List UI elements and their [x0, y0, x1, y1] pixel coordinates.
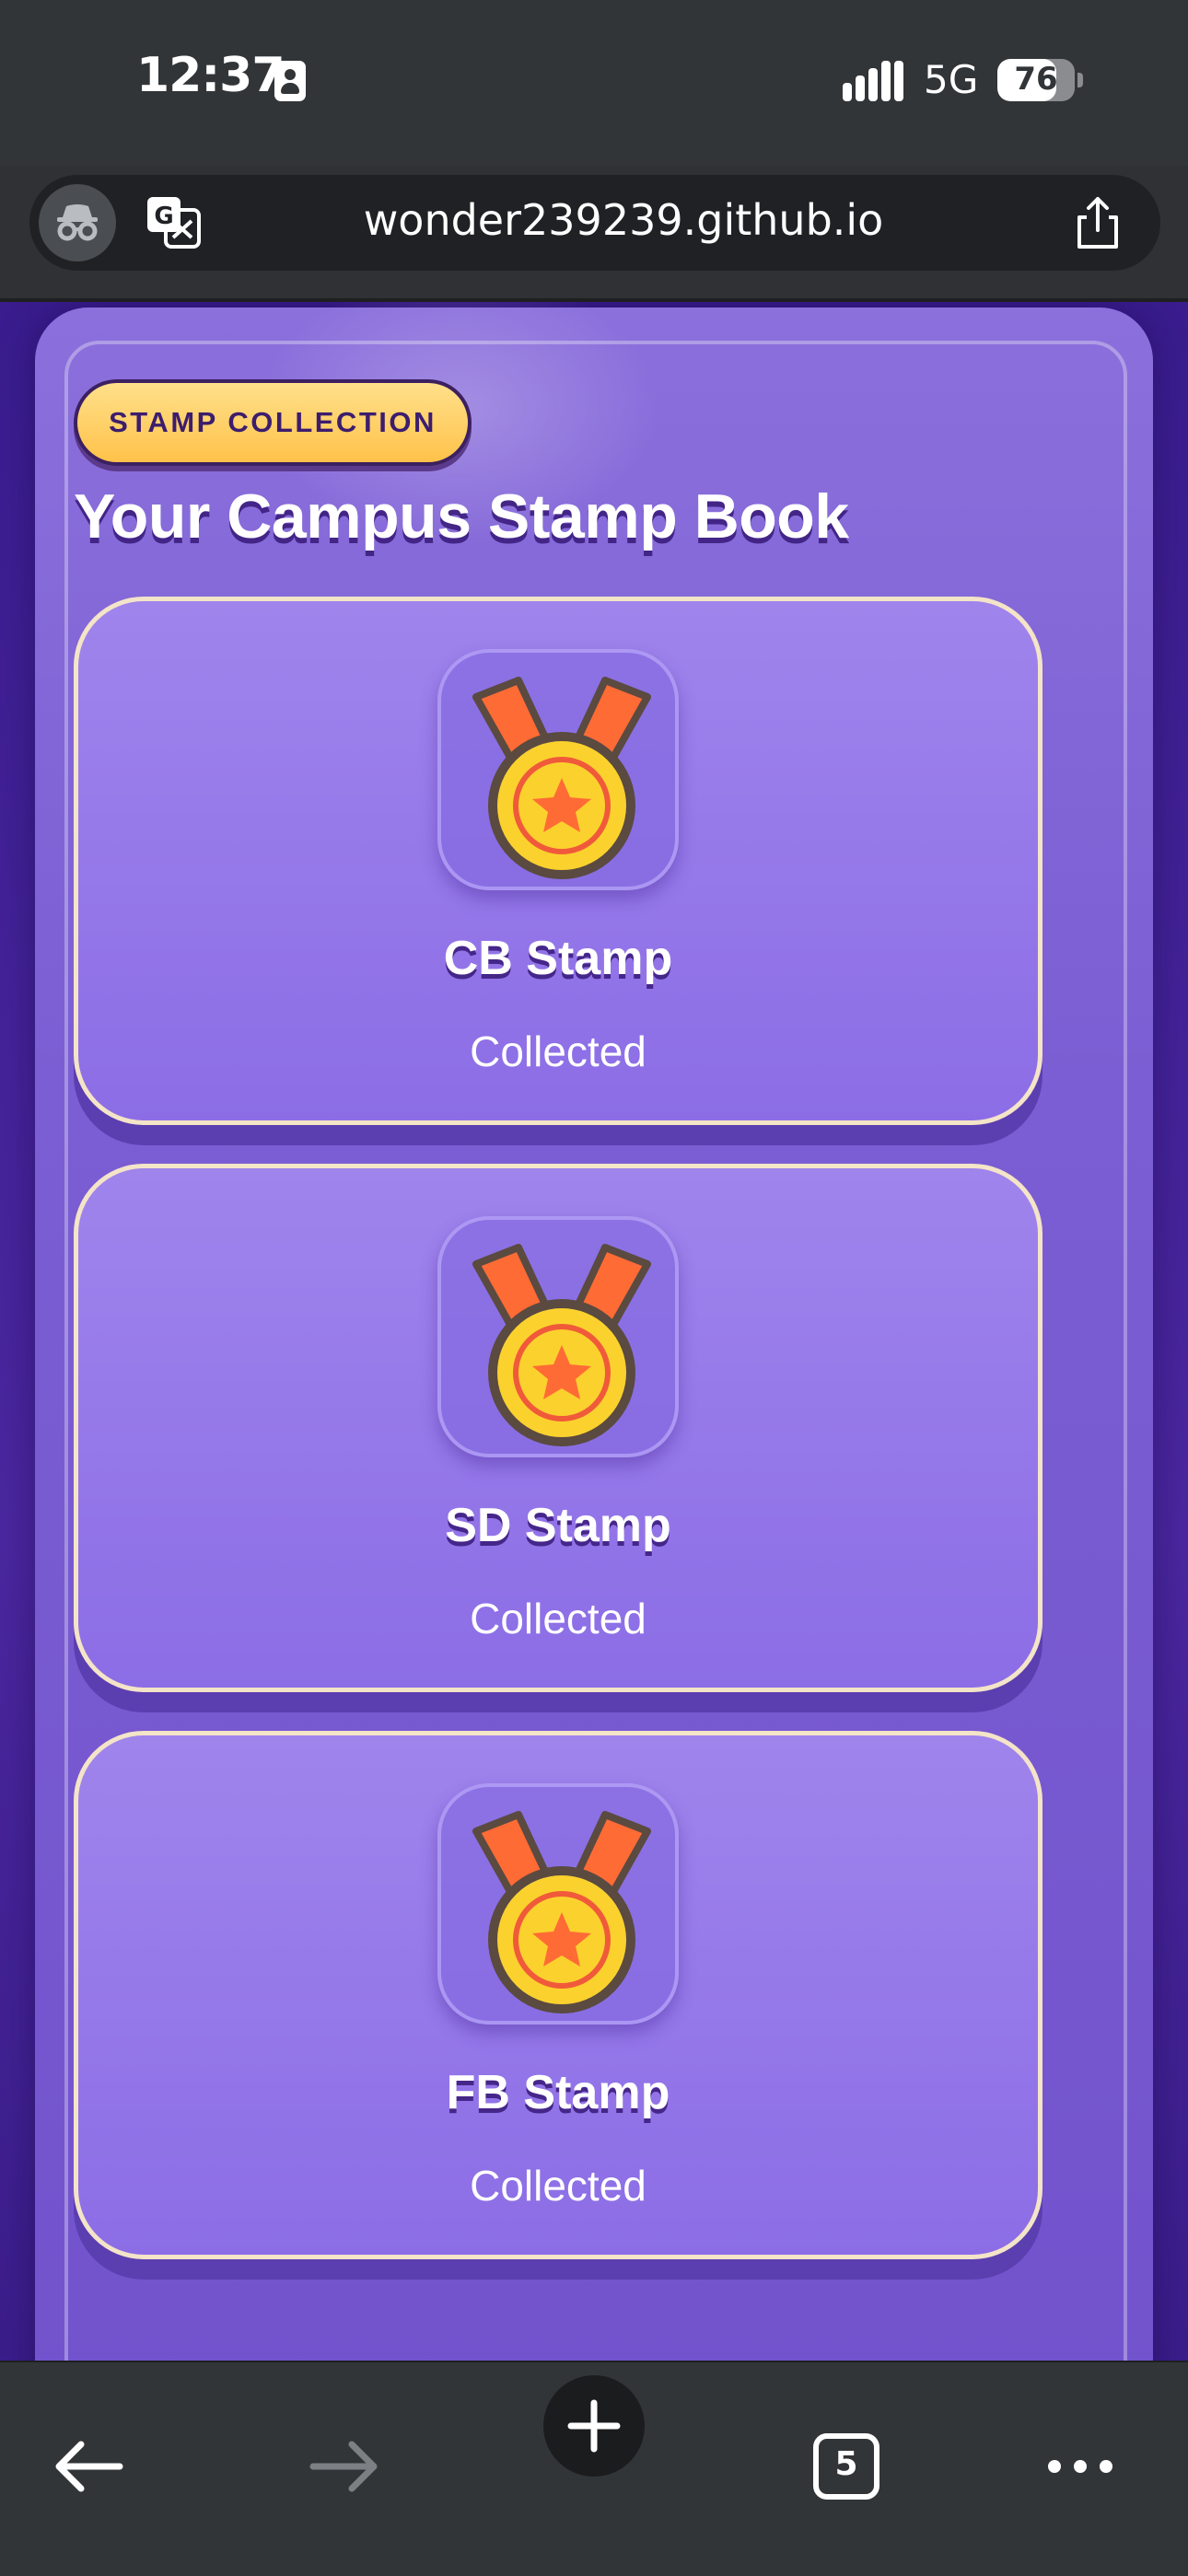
tab-count: 5	[834, 2445, 858, 2483]
browser-toolbar: 5	[0, 2361, 1188, 2576]
stamp-status: Collected	[470, 1027, 646, 1075]
translate-button[interactable]: G	[146, 195, 203, 250]
more-button[interactable]	[1030, 2416, 1131, 2517]
status-time: 12:37	[136, 48, 285, 103]
stamp-icon-tile	[437, 649, 679, 890]
cellular-signal-icon	[843, 61, 903, 101]
web-page[interactable]: STAMP COLLECTION Your Campus Stamp Book …	[0, 302, 1188, 2361]
translate-icon: G	[147, 197, 201, 249]
incognito-button[interactable]	[39, 184, 116, 261]
address-bar[interactable]: G wonder239239.github.io	[29, 175, 1160, 271]
share-icon	[1077, 197, 1118, 249]
share-button[interactable]	[1068, 193, 1127, 252]
medal-icon	[472, 1244, 651, 1446]
stamp-name: SD Stamp	[445, 1499, 671, 1552]
stamp-icon-tile	[437, 1216, 679, 1457]
stamp-name: CB Stamp	[443, 932, 673, 985]
medal-icon	[472, 1811, 651, 2013]
plus-icon	[567, 2399, 621, 2453]
medal-icon	[472, 677, 651, 879]
status-bar: 12:37 5G 76	[0, 0, 1188, 166]
stamp-name: FB Stamp	[446, 2066, 670, 2119]
stamp-status: Collected	[470, 1595, 646, 1642]
stamp-card[interactable]: CB Stamp Collected	[74, 597, 1042, 1125]
forward-button[interactable]	[293, 2416, 394, 2517]
section-badge: STAMP COLLECTION	[74, 379, 472, 466]
tabs-button[interactable]: 5	[796, 2416, 897, 2517]
incognito-icon	[57, 204, 98, 241]
page-title: Your Campus Stamp Book	[74, 482, 849, 551]
stamp-status: Collected	[470, 2162, 646, 2210]
back-arrow-icon	[55, 2441, 123, 2492]
battery-percent: 76	[1014, 61, 1058, 98]
svg-text:G: G	[154, 203, 173, 230]
stamp-card[interactable]: SD Stamp Collected	[74, 1164, 1042, 1692]
more-dots-icon	[1048, 2460, 1112, 2473]
stamp-icon-tile	[437, 1783, 679, 2025]
network-type: 5G	[924, 57, 979, 102]
battery-icon: 76	[997, 59, 1083, 101]
new-tab-button[interactable]	[543, 2375, 645, 2477]
forward-arrow-icon	[309, 2441, 378, 2492]
back-button[interactable]	[39, 2416, 140, 2517]
url-text[interactable]: wonder239239.github.io	[260, 195, 987, 245]
stamp-card[interactable]: FB Stamp Collected	[74, 1731, 1042, 2259]
contact-card-icon	[274, 61, 306, 101]
